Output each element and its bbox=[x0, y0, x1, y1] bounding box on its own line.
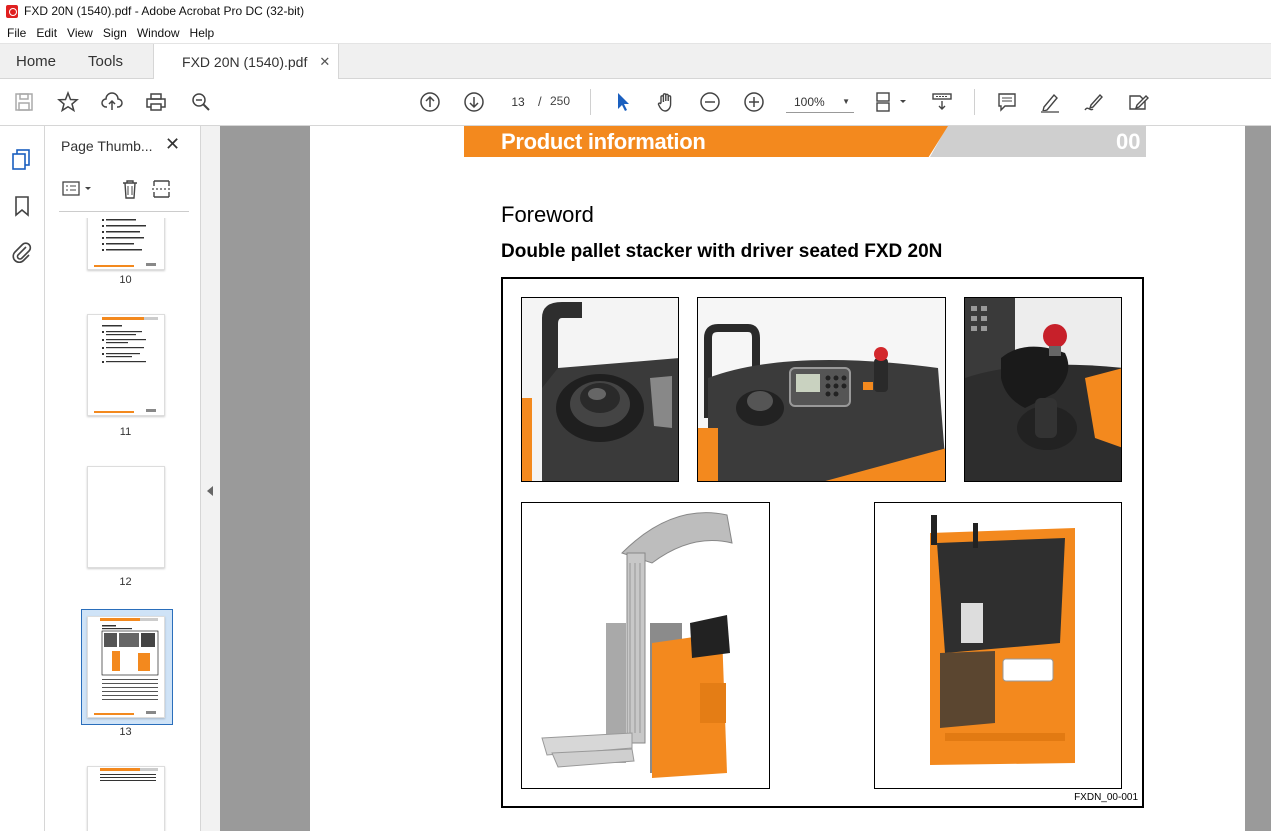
title-bar: FXD 20N (1540).pdf - Adobe Acrobat Pro D… bbox=[0, 0, 1271, 22]
menu-edit[interactable]: Edit bbox=[31, 26, 62, 40]
page-total: 250 bbox=[550, 94, 571, 108]
thumbnail-page-13[interactable] bbox=[87, 616, 165, 718]
toolbar: / 250 100% ▼ bbox=[0, 79, 1271, 126]
star-icon[interactable] bbox=[56, 90, 80, 114]
figure-caption: FXDN_00-001 bbox=[1074, 792, 1138, 803]
thumbnail-label: 12 bbox=[119, 576, 132, 588]
photo-stacker-side bbox=[521, 502, 770, 789]
chevron-down-icon: ▼ bbox=[842, 97, 850, 106]
thumbnail-page-11[interactable] bbox=[87, 314, 165, 416]
thumbnail-label: 11 bbox=[119, 426, 132, 438]
menu-file[interactable]: File bbox=[2, 26, 31, 40]
close-panel-icon[interactable]: ✕ bbox=[165, 134, 180, 155]
extract-page-icon[interactable] bbox=[151, 178, 173, 203]
menu-bar: File Edit View Sign Window Help bbox=[0, 22, 1271, 43]
section-number: 00 bbox=[1116, 129, 1141, 154]
photo-joystick bbox=[964, 297, 1122, 482]
photo-stacker-rear bbox=[874, 502, 1122, 789]
header-gray-band bbox=[930, 126, 1146, 157]
comment-icon[interactable] bbox=[995, 90, 1019, 114]
close-tab-icon[interactable]: ✕ bbox=[319, 54, 330, 70]
thumbnail-label: 10 bbox=[119, 274, 132, 286]
pdf-page: Product information 00 Foreword Double p… bbox=[310, 126, 1245, 831]
main-area: Page Thumb... ✕ 10 11 12 13 Product info… bbox=[0, 126, 1271, 831]
panel-title: Page Thumb... bbox=[61, 138, 153, 154]
zoom-search-icon[interactable] bbox=[189, 90, 213, 114]
document-canvas[interactable]: Product information 00 Foreword Double p… bbox=[220, 126, 1271, 831]
zoom-value: 100% bbox=[794, 94, 825, 109]
select-cursor-icon[interactable] bbox=[611, 90, 635, 114]
window-title: FXD 20N (1540).pdf - Adobe Acrobat Pro D… bbox=[24, 4, 305, 18]
tab-tools[interactable]: Tools bbox=[72, 44, 139, 78]
thumbnail-page-10[interactable] bbox=[87, 218, 165, 270]
tab-document[interactable]: FXD 20N (1540).pdf ✕ bbox=[153, 44, 340, 80]
print-icon[interactable] bbox=[144, 90, 168, 114]
thumbnails-panel: Page Thumb... ✕ 10 11 12 13 bbox=[45, 126, 242, 831]
page-heading: Foreword bbox=[501, 202, 594, 227]
product-figure: FXDN_00-001 bbox=[501, 277, 1144, 808]
page-separator: / bbox=[538, 94, 542, 109]
page-subheading: Double pallet stacker with driver seated… bbox=[501, 241, 943, 262]
next-page-icon[interactable] bbox=[462, 90, 486, 114]
menu-window[interactable]: Window bbox=[132, 26, 185, 40]
toolbar-divider bbox=[974, 89, 975, 115]
draw-freehand-icon[interactable] bbox=[1082, 90, 1106, 114]
highlight-pen-icon[interactable] bbox=[1038, 90, 1062, 114]
thumbnail-options-icon[interactable] bbox=[61, 178, 95, 203]
left-rail bbox=[0, 126, 45, 831]
hand-tool-icon[interactable] bbox=[654, 90, 678, 114]
tab-row: Home Tools FXD 20N (1540).pdf ✕ bbox=[0, 43, 1271, 80]
save-icon[interactable] bbox=[12, 90, 36, 114]
attachment-icon[interactable] bbox=[10, 240, 34, 264]
scroll-mode-icon[interactable] bbox=[930, 90, 954, 114]
thumbnail-page-14[interactable] bbox=[87, 766, 165, 831]
page-display-icon[interactable] bbox=[872, 90, 910, 114]
photo-control-panel bbox=[697, 297, 946, 482]
previous-page-icon[interactable] bbox=[418, 90, 442, 114]
tab-document-label: FXD 20N (1540).pdf bbox=[182, 54, 308, 70]
thumbnail-page-12[interactable] bbox=[87, 466, 165, 568]
bookmark-icon[interactable] bbox=[10, 194, 34, 218]
zoom-dropdown[interactable]: 100% ▼ bbox=[786, 91, 854, 113]
tab-home[interactable]: Home bbox=[0, 44, 72, 78]
thumbnail-list[interactable]: 10 11 12 13 bbox=[45, 218, 200, 831]
menu-sign[interactable]: Sign bbox=[98, 26, 132, 40]
thumbnail-label: 13 bbox=[119, 726, 132, 738]
toolbar-divider bbox=[590, 89, 591, 115]
panel-toolbar bbox=[59, 172, 189, 212]
collapse-panel-icon[interactable] bbox=[207, 486, 213, 496]
delete-page-icon[interactable] bbox=[119, 178, 141, 203]
menu-view[interactable]: View bbox=[62, 26, 98, 40]
zoom-in-icon[interactable] bbox=[742, 90, 766, 114]
page-thumbnails-icon[interactable] bbox=[10, 148, 34, 172]
zoom-out-icon[interactable] bbox=[698, 90, 722, 114]
acrobat-logo-icon bbox=[6, 4, 18, 18]
upload-cloud-icon[interactable] bbox=[100, 90, 124, 114]
photo-steering-knob bbox=[521, 297, 679, 482]
panel-splitter[interactable] bbox=[200, 126, 220, 831]
section-title: Product information bbox=[501, 129, 706, 154]
menu-help[interactable]: Help bbox=[185, 26, 220, 40]
fill-sign-icon[interactable] bbox=[1126, 90, 1150, 114]
page-number-input[interactable] bbox=[504, 91, 532, 113]
